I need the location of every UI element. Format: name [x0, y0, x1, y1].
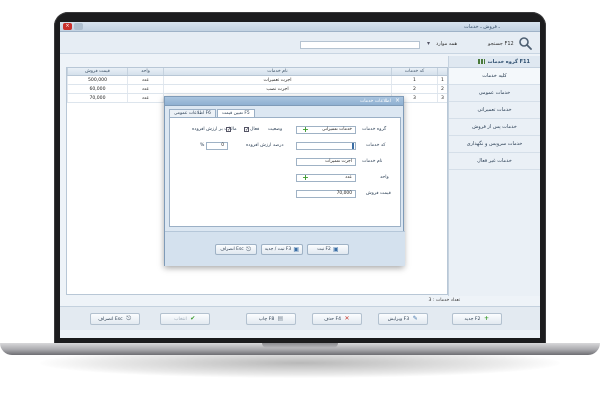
- category-item-maintenance[interactable]: خدمات سرویس و نگهداری: [449, 136, 540, 153]
- tab-price[interactable]: تعیین قیمت F5: [216, 109, 255, 117]
- price-field[interactable]: 70,000: [296, 190, 356, 198]
- cell-unit: عدد: [127, 85, 163, 93]
- new-button[interactable]: جدید F2 +: [452, 313, 502, 325]
- dialog-cancel-button[interactable]: انصراف Esc ⎋: [215, 244, 257, 255]
- services-count: تعداد خدمات : 3: [428, 298, 460, 303]
- select-button-label: انتخاب: [174, 316, 187, 322]
- dialog-form-panel: گروه خدمات خدمات تعمیراتی + کد خدمات نام…: [169, 117, 401, 227]
- unit-label: واحد: [380, 175, 389, 180]
- floppy-disk-icon: ▣: [332, 245, 339, 253]
- cell-price: 60,000: [67, 85, 127, 93]
- cancel-button-label: انصراف Esc: [98, 316, 123, 322]
- delete-button-label: حذف F4: [323, 316, 342, 322]
- print-button-label: چاپ F8: [258, 316, 275, 322]
- dialog-title: اطلاعات خدمات: [359, 99, 391, 104]
- table-row[interactable]: 500,000 عدد اجرت تعمیرات 1 1: [67, 76, 447, 85]
- search-bar: ▾ همه موارد جستجو F12: [60, 32, 540, 54]
- category-header-label: گروه خدمات F11: [487, 58, 530, 65]
- dialog-title-bar: اطلاعات خدمات ×: [165, 97, 403, 106]
- tax-rate-field[interactable]: 0: [206, 142, 228, 150]
- select-button[interactable]: انتخاب ✔: [160, 313, 210, 325]
- bottom-toolbar: جدید F2 + ویرایش F3 ✎ حذف F4 ✕ چاپ F8 ▤ …: [60, 306, 540, 330]
- dialog-footer: ثبت F2 ▣ ثبت / جدید F3 ▣ انصراف Esc ⎋: [165, 231, 405, 266]
- category-item-general[interactable]: خدمات عمومی: [449, 85, 540, 102]
- tab-general-info[interactable]: اطلاعات عمومی F6: [169, 109, 216, 117]
- text-cursor: [352, 143, 354, 149]
- window-close-button[interactable]: ×: [63, 23, 72, 30]
- cell-unit: عدد: [127, 94, 163, 102]
- exit-icon: ⎋: [246, 245, 252, 253]
- dialog-cancel-button-label: انصراف Esc: [220, 247, 244, 252]
- add-unit-icon[interactable]: +: [302, 174, 309, 182]
- status-label: وضعیت: [268, 127, 283, 132]
- printer-icon: ▤: [277, 315, 284, 322]
- price-label: قیمت فروش: [366, 191, 391, 196]
- cell-price: 70,000: [67, 94, 127, 102]
- cell-index: 1: [437, 76, 447, 84]
- dialog-tabs: اطلاعات عمومی F6 تعیین قیمت F5: [169, 109, 255, 117]
- category-header: گروه خدمات F11: [449, 56, 540, 68]
- app-title-bar: × ـ فروش ـ خدمات: [60, 22, 540, 32]
- search-input[interactable]: [300, 41, 420, 49]
- app-screen: × ـ فروش ـ خدمات ▾ همه موارد جستجو F12 گ…: [60, 22, 540, 338]
- delete-x-icon: ✕: [344, 315, 350, 322]
- service-info-dialog: اطلاعات خدمات × اطلاعات عمومی F6 تعیین ق…: [164, 96, 405, 266]
- percent-sign: %: [200, 143, 205, 148]
- delete-button[interactable]: حذف F4 ✕: [312, 313, 362, 325]
- save-button[interactable]: ثبت F2 ▣: [307, 244, 349, 255]
- category-item-after-sales[interactable]: خدمات پس از فروش: [449, 119, 540, 136]
- search-label: جستجو F12: [488, 41, 514, 47]
- active-label: فعال: [250, 127, 260, 132]
- grid-icon: [477, 59, 485, 64]
- save-new-icon: ▣: [293, 245, 300, 253]
- column-header-price[interactable]: قیمت فروش: [67, 68, 127, 75]
- name-label: نام خدمات: [362, 159, 383, 164]
- save-new-button[interactable]: ثبت / جدید F3 ▣: [261, 244, 303, 255]
- cell-price: 500,000: [67, 76, 127, 84]
- category-sidebar: گروه خدمات F11 کلیه خدمات خدمات عمومی خد…: [448, 56, 540, 296]
- cell-name: اجرت تعمیرات: [163, 76, 391, 84]
- cell-unit: عدد: [127, 76, 163, 84]
- table-row[interactable]: 60,000 عدد اجرت نصب 2 2: [67, 85, 447, 94]
- checkmark-icon: ✔: [190, 315, 196, 322]
- column-header-unit[interactable]: واحد: [127, 68, 163, 75]
- cell-code: 2: [391, 85, 437, 93]
- code-label: کد خدمات: [366, 143, 386, 148]
- edit-button-label: ویرایش F3: [387, 316, 410, 322]
- app-title: ـ فروش ـ خدمات: [464, 24, 500, 30]
- exit-icon: ⎋: [126, 315, 132, 322]
- name-field[interactable]: اجرت تعمیرات: [296, 158, 356, 166]
- column-header-name[interactable]: نام خدمات: [163, 68, 391, 75]
- group-label: گروه خدمات: [362, 127, 387, 132]
- print-button[interactable]: چاپ F8 ▤: [246, 313, 296, 325]
- category-item-inactive[interactable]: خدمات غیر فعال: [449, 153, 540, 170]
- plus-icon: +: [483, 315, 489, 322]
- laptop-notch: [262, 343, 338, 348]
- tax-checkbox[interactable]: ✓: [226, 127, 231, 133]
- tax-rate-label: درصد ارزش افزوده: [246, 143, 284, 148]
- cell-index: 3: [437, 94, 447, 102]
- dialog-close-icon[interactable]: ×: [395, 98, 400, 104]
- save-button-label: ثبت F2: [317, 247, 331, 252]
- category-item-all[interactable]: کلیه خدمات: [449, 68, 540, 85]
- table-header: قیمت فروش واحد نام خدمات کد خدمات: [67, 68, 447, 76]
- new-button-label: جدید F2: [464, 316, 481, 322]
- search-mode-select[interactable]: همه موارد: [436, 41, 457, 47]
- add-group-icon[interactable]: +: [302, 126, 309, 134]
- cell-code: 1: [391, 76, 437, 84]
- edit-button[interactable]: ویرایش F3 ✎: [378, 313, 428, 325]
- column-header-index: [437, 68, 447, 75]
- search-icon[interactable]: [518, 36, 532, 50]
- pencil-icon: ✎: [412, 315, 418, 322]
- category-item-repair[interactable]: خدمات تعمیراتی: [449, 102, 540, 119]
- chevron-down-icon[interactable]: ▾: [427, 40, 430, 47]
- cell-name: اجرت نصب: [163, 85, 391, 93]
- cancel-button[interactable]: انصراف Esc ⎋: [90, 313, 140, 325]
- column-header-code[interactable]: کد خدمات: [391, 68, 437, 75]
- active-checkbox[interactable]: ✓: [244, 127, 249, 133]
- cell-index: 2: [437, 85, 447, 93]
- code-field[interactable]: [296, 142, 356, 150]
- save-new-button-label: ثبت / جدید F3: [264, 247, 292, 252]
- window-minimize-button[interactable]: [74, 23, 83, 30]
